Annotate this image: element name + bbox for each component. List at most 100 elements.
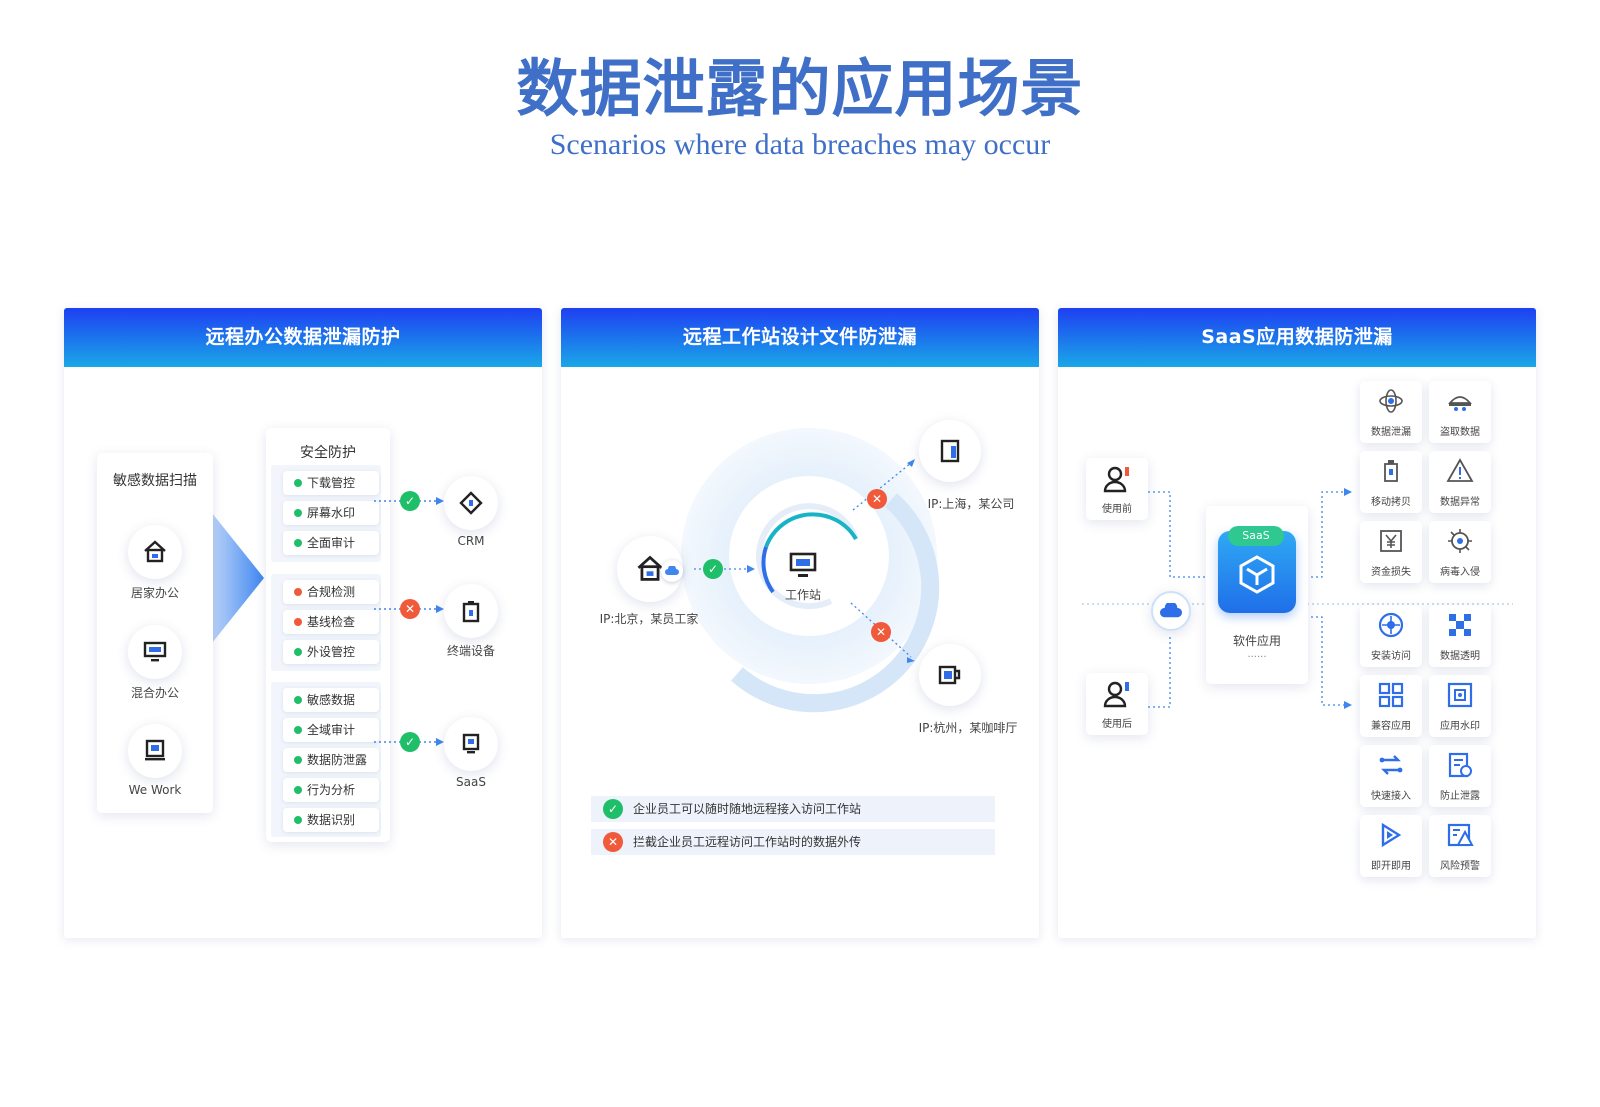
benefit-tile: 即开即用 <box>1360 815 1422 877</box>
before-use-card: 使用前 <box>1086 458 1148 520</box>
risk-tile: 移动拷贝 <box>1360 451 1422 513</box>
cloud-icon <box>661 560 683 582</box>
saas-icon <box>444 717 498 771</box>
page-subtitle: Scenarios where data breaches may occur <box>549 128 1051 161</box>
instant-use-icon <box>1381 822 1402 848</box>
protection-group: 合规检测 基线检查 外设管控 <box>271 574 381 671</box>
risk-tile: 病毒入侵 <box>1429 521 1491 583</box>
leak-icon <box>1379 389 1403 413</box>
app-more: ...... <box>1247 649 1267 660</box>
cloud-icon <box>1151 591 1191 631</box>
cube-icon <box>1239 555 1275 594</box>
scan-title: 敏感数据扫描 <box>113 473 197 489</box>
workstation-label: 工作站 <box>784 588 821 602</box>
benefit-tile: 风险预警 <box>1429 815 1491 877</box>
after-use-card: 使用后 <box>1086 673 1148 735</box>
warning-icon <box>1446 458 1474 482</box>
target-label: 终端设备 <box>446 644 495 658</box>
user-icon <box>1103 681 1129 708</box>
software-app-card: SaaS 软件应用 ...... <box>1206 506 1308 684</box>
cafe-node <box>919 644 981 706</box>
blocked-icon: ✕ <box>867 489 887 509</box>
usb-copy-icon <box>1384 460 1398 482</box>
blocked-icon: ✕ <box>871 622 891 642</box>
risk-tile: 资金损失 <box>1360 521 1422 583</box>
location-label: IP:杭州，某咖啡厅 <box>918 721 1018 735</box>
blocked-icon: ✕ <box>400 599 420 619</box>
crm-icon <box>444 476 498 530</box>
before-label: 使用前 <box>1102 504 1132 515</box>
saas-badge: SaaS <box>1228 526 1284 546</box>
sensitive-scan-card: 敏感数据扫描 居家办公 混合办公 We Work <box>97 453 213 813</box>
risk-tile: 盗取数据 <box>1429 381 1491 443</box>
connectors <box>374 497 444 746</box>
protection-item: 数据识别 <box>283 808 379 832</box>
risk-tile: 数据泄漏 <box>1360 381 1422 443</box>
panel-saas: SaaS应用数据防泄漏 使用前 使用后 SaaS 软件应用 ...... 数据泄… <box>1058 308 1536 938</box>
app-watermark-icon <box>1447 682 1473 708</box>
user-icon <box>1103 466 1129 493</box>
device-icon <box>444 584 498 638</box>
legend-allowed: ✓ 企业员工可以随时随地远程接入访问工作站 <box>591 796 995 822</box>
protection-item: 合规检测 <box>283 580 379 604</box>
panel-title: 远程办公数据泄漏防护 <box>64 308 542 367</box>
workstation-icon <box>789 552 817 577</box>
allowed-icon: ✓ <box>400 491 420 511</box>
risk-tile: 数据异常 <box>1429 451 1491 513</box>
data-transparent-icon <box>1449 614 1471 636</box>
office-building-icon <box>940 439 960 463</box>
benefit-tile: 快速接入 <box>1360 745 1422 807</box>
security-protection-card: 安全防护 下载管控 屏幕水印 全面审计 合规检测 基线检查 外设管控 敏感数据 … <box>266 428 390 842</box>
allowed-icon: ✓ <box>703 559 723 579</box>
home-icon <box>128 525 182 579</box>
monitor-icon <box>128 625 182 679</box>
panel-remote-office: 远程办公数据泄漏防护 敏感数据扫描 居家办公 混合办公 We Work 安全防护… <box>64 308 542 938</box>
location-label: IP:上海，某公司 <box>927 497 1015 511</box>
risk-alert-icon <box>1447 823 1474 847</box>
coffee-cup-icon <box>938 665 961 685</box>
protection-item: 全面审计 <box>283 531 379 555</box>
quick-access-icon <box>1379 755 1403 775</box>
page-title: 数据泄露的应用场景 <box>516 52 1084 125</box>
target-label: SaaS <box>456 775 486 789</box>
benefit-tile: 防止泄露 <box>1429 745 1491 807</box>
install-access-icon <box>1378 612 1404 638</box>
benefit-tile: 数据透明 <box>1429 605 1491 667</box>
benefit-tile: 安装访问 <box>1360 605 1422 667</box>
protection-item: 外设管控 <box>283 640 379 664</box>
protection-item: 下载管控 <box>283 471 379 495</box>
after-label: 使用后 <box>1102 719 1132 730</box>
protection-item: 行为分析 <box>283 778 379 802</box>
prevent-leak-icon <box>1448 752 1472 778</box>
protection-item: 敏感数据 <box>283 688 379 712</box>
protection-item: 基线检查 <box>283 610 379 634</box>
protection-item: 全域审计 <box>283 718 379 742</box>
app-label: 软件应用 <box>1232 634 1281 648</box>
legend-blocked: ✕ 拦截企业员工远程访问工作站时的数据外传 <box>591 829 995 855</box>
panel-title: 远程工作站设计文件防泄漏 <box>561 308 1039 367</box>
protection-group: 下载管控 屏幕水印 全面审计 <box>271 465 381 562</box>
panel-remote-workstation: 远程工作站设计文件防泄漏 ✓ ✕ ✕ 工作站 IP:北京，某员工家 IP:上海，… <box>561 308 1039 938</box>
benefit-tile: 应用水印 <box>1429 675 1491 737</box>
protection-group: 敏感数据 全域审计 数据防泄露 行为分析 数据识别 <box>271 682 381 837</box>
virus-icon <box>1448 529 1472 553</box>
blocked-icon: ✕ <box>603 832 623 852</box>
source-label: 混合办公 <box>130 686 179 700</box>
panel-title: SaaS应用数据防泄漏 <box>1058 308 1536 367</box>
source-label: We Work <box>128 783 182 797</box>
allowed-icon: ✓ <box>400 732 420 752</box>
benefit-tile: 兼容应用 <box>1360 675 1422 737</box>
location-label: IP:北京，某员工家 <box>599 612 699 626</box>
money-loss-icon <box>1380 530 1402 552</box>
protect-title: 安全防护 <box>300 445 356 461</box>
source-label: 居家办公 <box>130 586 179 600</box>
target-label: CRM <box>457 534 485 548</box>
compatible-apps-icon <box>1378 682 1404 708</box>
workstation-icon <box>128 724 182 778</box>
protection-item: 数据防泄露 <box>283 748 379 772</box>
flow-arrow <box>204 503 264 653</box>
thief-icon <box>1448 396 1472 411</box>
allowed-icon: ✓ <box>603 799 623 819</box>
protection-item: 屏幕水印 <box>283 501 379 525</box>
office-node <box>919 420 981 482</box>
